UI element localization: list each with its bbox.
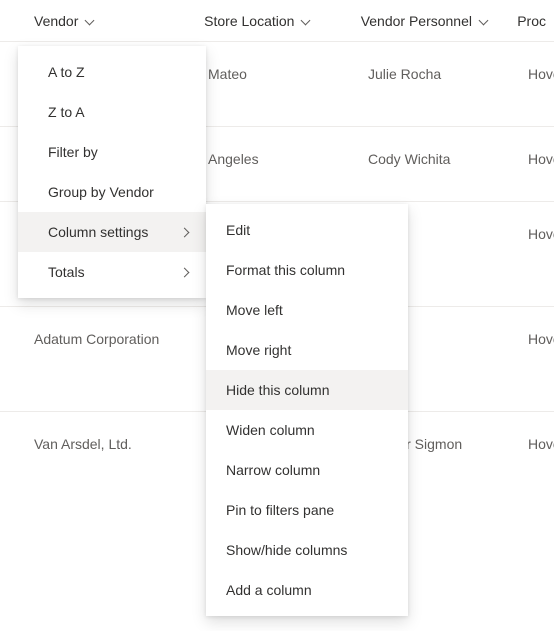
menu-item-column-settings[interactable]: Column settings bbox=[18, 212, 206, 252]
menu-item-edit[interactable]: Edit bbox=[206, 210, 408, 250]
menu-item-move-right[interactable]: Move right bbox=[206, 330, 408, 370]
column-header-vendor[interactable]: Vendor bbox=[0, 13, 196, 29]
menu-item-sort-az[interactable]: A to Z bbox=[18, 52, 206, 92]
column-header-label: Store Location bbox=[204, 13, 294, 29]
cell-proc: Hove bbox=[520, 151, 554, 167]
column-header-label: Proc bbox=[517, 13, 546, 29]
column-header-store[interactable]: Store Location bbox=[196, 13, 353, 29]
menu-item-label: A to Z bbox=[48, 64, 85, 80]
menu-item-group-by[interactable]: Group by Vendor bbox=[18, 172, 206, 212]
cell-proc: Hove bbox=[520, 331, 554, 347]
menu-item-add-column[interactable]: Add a column bbox=[206, 570, 408, 610]
menu-item-label: Pin to filters pane bbox=[226, 502, 334, 518]
cell-proc: Hove bbox=[520, 66, 554, 82]
menu-item-narrow-column[interactable]: Narrow column bbox=[206, 450, 408, 490]
menu-item-label: Z to A bbox=[48, 104, 85, 120]
menu-item-label: Move left bbox=[226, 302, 283, 318]
column-header-proc[interactable]: Proc bbox=[509, 13, 554, 29]
column-menu: A to Z Z to A Filter by Group by Vendor … bbox=[18, 46, 206, 298]
menu-item-move-left[interactable]: Move left bbox=[206, 290, 408, 330]
menu-item-label: Format this column bbox=[226, 262, 345, 278]
chevron-down-icon bbox=[478, 15, 490, 27]
chevron-down-icon bbox=[300, 15, 312, 27]
menu-item-format-column[interactable]: Format this column bbox=[206, 250, 408, 290]
menu-item-widen-column[interactable]: Widen column bbox=[206, 410, 408, 450]
menu-item-label: Narrow column bbox=[226, 462, 320, 478]
column-settings-submenu: Edit Format this column Move left Move r… bbox=[206, 204, 408, 616]
cell-vendor: Adatum Corporation bbox=[0, 331, 200, 347]
cell-vendor: Van Arsdel, Ltd. bbox=[0, 436, 200, 452]
menu-item-label: Edit bbox=[226, 222, 250, 238]
cell-personnel: Julie Rocha bbox=[360, 66, 520, 82]
menu-item-label: Add a column bbox=[226, 582, 312, 598]
menu-item-totals[interactable]: Totals bbox=[18, 252, 206, 292]
chevron-down-icon bbox=[84, 15, 96, 27]
menu-item-label: Hide this column bbox=[226, 382, 330, 398]
menu-item-label: Group by Vendor bbox=[48, 184, 154, 200]
menu-item-label: Totals bbox=[48, 264, 85, 280]
chevron-right-icon bbox=[180, 226, 192, 238]
menu-item-label: Move right bbox=[226, 342, 291, 358]
column-header-label: Vendor bbox=[34, 13, 78, 29]
menu-item-filter-by[interactable]: Filter by bbox=[18, 132, 206, 172]
menu-item-show-hide-columns[interactable]: Show/hide columns bbox=[206, 530, 408, 570]
cell-proc: Hove bbox=[520, 226, 554, 242]
column-header-label: Vendor Personnel bbox=[361, 13, 472, 29]
cell-store: Mateo bbox=[200, 66, 360, 82]
menu-item-pin-filters[interactable]: Pin to filters pane bbox=[206, 490, 408, 530]
cell-store: Angeles bbox=[200, 151, 360, 167]
menu-item-label: Widen column bbox=[226, 422, 315, 438]
column-header-personnel[interactable]: Vendor Personnel bbox=[353, 13, 510, 29]
menu-item-label: Show/hide columns bbox=[226, 542, 347, 558]
table-header: Vendor Store Location Vendor Personnel P… bbox=[0, 0, 554, 42]
menu-item-hide-column[interactable]: Hide this column bbox=[206, 370, 408, 410]
cell-personnel: Cody Wichita bbox=[360, 151, 520, 167]
menu-item-label: Filter by bbox=[48, 144, 98, 160]
menu-item-label: Column settings bbox=[48, 224, 148, 240]
chevron-right-icon bbox=[180, 266, 192, 278]
menu-item-sort-za[interactable]: Z to A bbox=[18, 92, 206, 132]
cell-proc: Hove bbox=[520, 436, 554, 452]
